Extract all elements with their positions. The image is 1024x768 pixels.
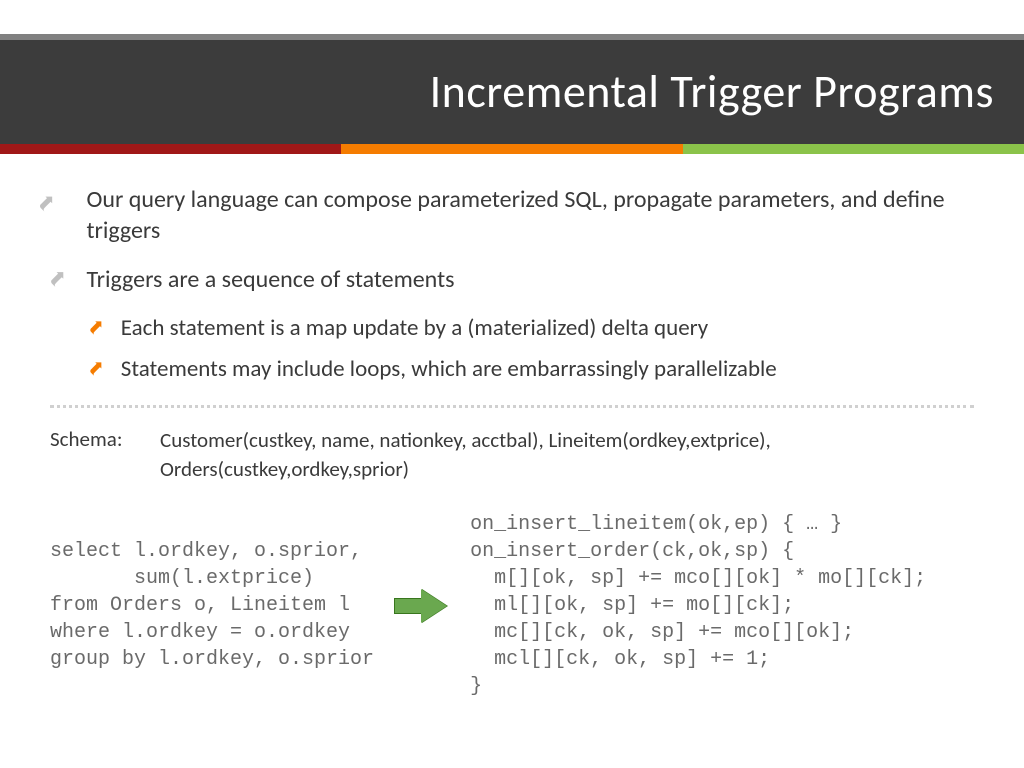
slide-title: Incremental Trigger Programs — [0, 64, 994, 120]
accent-orange — [341, 144, 682, 154]
arrow-icon: ➦ — [82, 312, 115, 345]
trigger-code-right: on_insert_lineitem(ok,ep) { … } on_inser… — [470, 511, 974, 700]
code-row: select l.ordkey, o.sprior, sum(l.extpric… — [50, 511, 974, 700]
arrow-icon: ➦ — [31, 187, 88, 244]
sql-code-left: select l.ordkey, o.sprior, sum(l.extpric… — [50, 538, 374, 673]
slide-body: ➦ Our query language can compose paramet… — [0, 154, 1024, 700]
arrow-icon: ➦ — [42, 262, 77, 297]
slide: Incremental Trigger Programs ➦ Our query… — [0, 0, 1024, 768]
accent-green — [683, 144, 1024, 154]
bullet-2a-text: Each statement is a map update by a (mat… — [121, 314, 708, 344]
bullet-2b: ➦ Statements may include loops, which ar… — [90, 355, 974, 385]
bullet-1: ➦ Our query language can compose paramet… — [50, 184, 974, 246]
schema-label: Schema: — [50, 426, 160, 483]
right-arrow-icon — [394, 589, 450, 623]
bullet-2b-text: Statements may include loops, which are … — [121, 355, 777, 385]
arrow-icon: ➦ — [82, 354, 115, 387]
bullet-2-text: Triggers are a sequence of statements — [86, 264, 454, 295]
schema-row: Schema: Customer(custkey, name, nationke… — [50, 426, 974, 483]
bullet-1-text: Our query language can compose parameter… — [86, 184, 974, 246]
dotted-divider — [50, 405, 974, 408]
accent-red — [0, 144, 341, 154]
title-bar: Incremental Trigger Programs — [0, 40, 1024, 144]
bullet-2: ➦ Triggers are a sequence of statements — [50, 264, 974, 295]
bullet-2a: ➦ Each statement is a map update by a (m… — [90, 314, 974, 344]
schema-text: Customer(custkey, name, nationkey, acctb… — [160, 426, 974, 483]
accent-strip — [0, 144, 1024, 154]
